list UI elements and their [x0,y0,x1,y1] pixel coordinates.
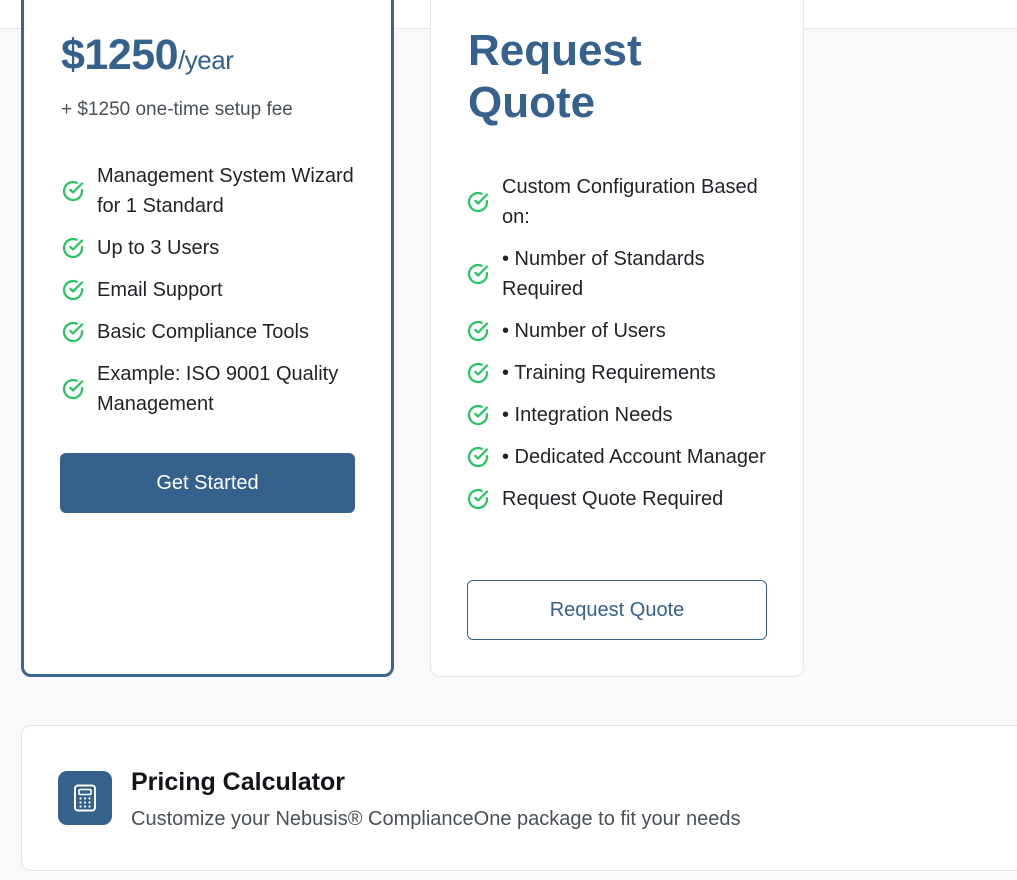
feature-text: Management System Wizard for 1 Standard [97,165,354,217]
pricing-calculator-panel: Pricing Calculator Customize your Nebusi… [21,725,1017,871]
check-circle-icon [467,362,489,384]
feature-item: • Training Requirements [466,358,766,388]
check-circle-icon [467,404,489,426]
feature-text: • Dedicated Account Manager [502,446,766,468]
basic-feature-list: Management System Wizard for 1 Standard … [61,161,371,431]
feature-item: • Number of Users [466,316,766,346]
feature-text: • Integration Needs [502,404,673,426]
get-started-button[interactable]: Get Started [60,453,355,513]
custom-feature-list: Custom Configuration Based on: • Number … [466,172,766,526]
request-quote-button[interactable]: Request Quote [467,580,767,640]
feature-text: Email Support [97,279,223,301]
feature-text: Custom Configuration Based on: [502,176,758,228]
check-circle-icon [62,279,84,301]
price-period: /year [178,45,234,75]
feature-text: • Number of Users [502,320,666,342]
feature-item: Basic Compliance Tools [61,317,371,347]
check-circle-icon [62,321,84,343]
custom-plan-card: Request Quote Custom Configuration Based… [430,0,804,677]
plan-title: Request Quote [468,26,642,127]
check-circle-icon [467,488,489,510]
feature-text: Example: ISO 9001 Quality Management [97,363,339,415]
calculator-icon [58,771,112,825]
check-circle-icon [62,378,84,400]
check-circle-icon [467,191,489,213]
feature-item: Custom Configuration Based on: [466,172,766,232]
feature-item: Management System Wizard for 1 Standard [61,161,371,221]
basic-plan-card: $1250/year + $1250 one-time setup fee Ma… [21,0,394,677]
feature-text: Basic Compliance Tools [97,321,309,343]
feature-item: Example: ISO 9001 Quality Management [61,359,371,419]
feature-text: • Training Requirements [502,362,716,384]
setup-fee: + $1250 one-time setup fee [61,99,293,120]
feature-item: Email Support [61,275,371,305]
feature-item: • Number of Standards Required [466,244,766,304]
calculator-subtitle: Customize your Nebusis® ComplianceOne pa… [131,808,741,830]
check-circle-icon [62,237,84,259]
feature-text: Up to 3 Users [97,237,220,259]
feature-item: • Integration Needs [466,400,766,430]
feature-item: Up to 3 Users [61,233,371,263]
feature-item: Request Quote Required [466,484,766,514]
price-amount: $1250 [61,31,179,79]
calculator-title: Pricing Calculator [131,768,345,796]
check-circle-icon [467,263,489,285]
feature-text: Request Quote Required [502,488,724,510]
check-circle-icon [467,446,489,468]
check-circle-icon [62,180,84,202]
feature-item: • Dedicated Account Manager [466,442,766,472]
check-circle-icon [467,320,489,342]
plan-price: $1250/year [61,31,234,80]
feature-text: • Number of Standards Required [502,248,705,300]
